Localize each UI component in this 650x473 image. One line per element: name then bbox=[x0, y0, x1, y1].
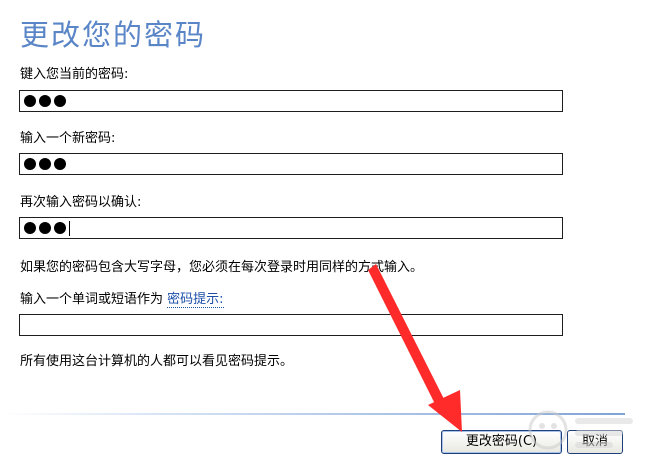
annotation-arrow-head bbox=[428, 390, 462, 432]
new-password-field[interactable] bbox=[19, 153, 563, 175]
case-notice: 如果您的密码包含大写字母，您必须在每次登录时用同样的方式输入。 bbox=[20, 260, 424, 275]
current-password-field[interactable] bbox=[19, 90, 563, 112]
text-caret bbox=[69, 221, 70, 236]
password-dot bbox=[39, 222, 51, 234]
change-password-button[interactable]: 更改密码(C) bbox=[441, 430, 562, 454]
current-password-label: 键入您当前的密码: bbox=[20, 67, 129, 82]
page-title: 更改您的密码 bbox=[20, 18, 207, 52]
new-password-label: 输入一个新密码: bbox=[20, 131, 116, 146]
password-dot bbox=[39, 158, 51, 170]
password-dot bbox=[24, 222, 36, 234]
password-dot bbox=[24, 95, 36, 107]
password-dot bbox=[54, 158, 66, 170]
password-mask bbox=[24, 158, 66, 170]
password-dot bbox=[39, 95, 51, 107]
password-dot bbox=[54, 222, 66, 234]
password-dot bbox=[24, 158, 36, 170]
confirm-password-label: 再次输入密码以确认: bbox=[20, 195, 142, 210]
password-mask bbox=[24, 222, 66, 234]
password-hint-link[interactable]: 密码提示: bbox=[167, 292, 224, 308]
annotation-arrow-shaft bbox=[368, 264, 447, 410]
confirm-password-field[interactable] bbox=[19, 217, 563, 239]
hint-notice: 所有使用这台计算机的人都可以看见密码提示。 bbox=[20, 354, 294, 369]
cancel-button[interactable]: 取消 bbox=[567, 430, 623, 454]
password-dot bbox=[54, 95, 66, 107]
password-mask bbox=[24, 95, 66, 107]
hint-label-text: 输入一个单词或短语作为 bbox=[20, 292, 164, 307]
hint-label: 输入一个单词或短语作为 密码提示: bbox=[20, 288, 224, 308]
password-hint-field[interactable] bbox=[19, 314, 563, 336]
footer-divider bbox=[0, 413, 625, 415]
